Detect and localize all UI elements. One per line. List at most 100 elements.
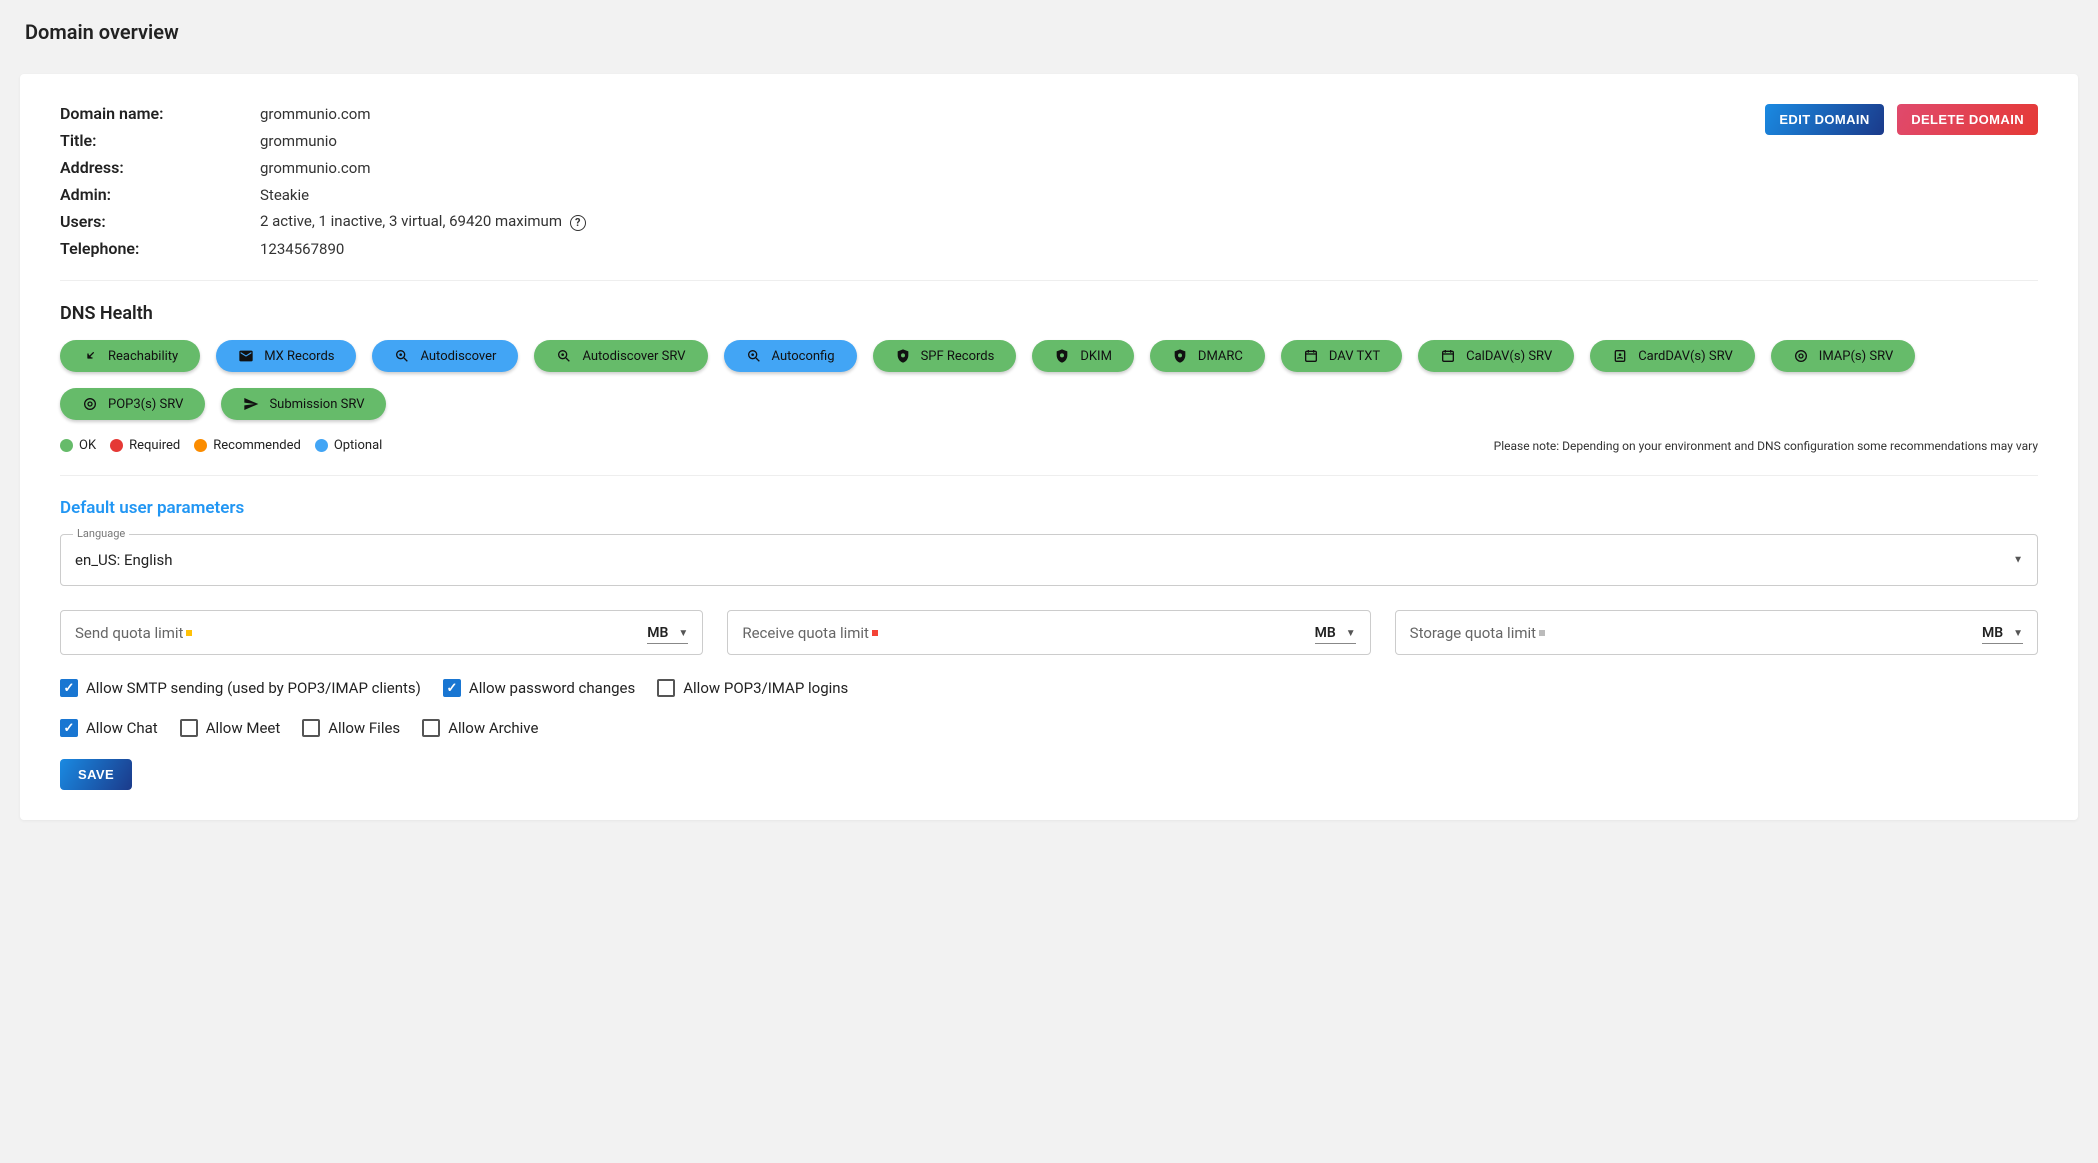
- checkbox-allow-chat[interactable]: ✓ Allow Chat: [60, 719, 158, 737]
- dns-chip-pop3-s-srv[interactable]: POP3(s) SRV: [60, 388, 205, 420]
- calendar-icon: [1440, 348, 1456, 364]
- language-select[interactable]: Language en_US: English ▼: [60, 534, 2038, 586]
- dns-chip-caldav-s-srv[interactable]: CalDAV(s) SRV: [1418, 340, 1574, 372]
- telephone-value: 1234567890: [260, 240, 586, 258]
- checkbox-allow-meet[interactable]: Allow Meet: [180, 719, 281, 737]
- domain-card: Domain name: grommunio.com Title: grommu…: [20, 74, 2078, 820]
- chip-label: SPF Records: [921, 349, 995, 364]
- quota-receive-quota-limit[interactable]: Receive quota limit MB▼: [727, 610, 1370, 655]
- quota-storage-quota-limit[interactable]: Storage quota limit MB▼: [1395, 610, 2038, 655]
- at-icon: [1793, 348, 1809, 364]
- language-value: en_US: English: [75, 551, 173, 569]
- mail-icon: [238, 348, 254, 364]
- dns-chip-carddav-s-srv[interactable]: CardDAV(s) SRV: [1590, 340, 1755, 372]
- chip-label: Autoconfig: [772, 349, 835, 364]
- divider: [60, 475, 2038, 476]
- users-text: 2 active, 1 inactive, 3 virtual, 69420 m…: [260, 212, 562, 230]
- dns-chip-dav-txt[interactable]: DAV TXT: [1281, 340, 1402, 372]
- shield-icon: [1054, 348, 1070, 364]
- domain-name-label: Domain name:: [60, 104, 260, 123]
- checkbox-allow-pop3-imap-logins[interactable]: Allow POP3/IMAP logins: [657, 679, 848, 697]
- save-button[interactable]: SAVE: [60, 759, 132, 790]
- calendar-icon: [1303, 348, 1319, 364]
- chip-label: DAV TXT: [1329, 349, 1380, 364]
- legend-optional-label: Optional: [334, 438, 382, 453]
- checkbox-icon: [422, 719, 440, 737]
- page-title: Domain overview: [25, 20, 2078, 44]
- shield-icon: [1172, 348, 1188, 364]
- chevron-down-icon: ▼: [2013, 555, 2023, 566]
- delete-domain-button[interactable]: DELETE DOMAIN: [1897, 104, 2038, 135]
- chip-label: POP3(s) SRV: [108, 397, 183, 412]
- dns-chip-dkim[interactable]: DKIM: [1032, 340, 1134, 372]
- chip-label: DKIM: [1080, 349, 1112, 364]
- dns-chip-autodiscover-srv[interactable]: Autodiscover SRV: [534, 340, 707, 372]
- checkbox-icon: [180, 719, 198, 737]
- unit-select[interactable]: MB▼: [1982, 621, 2023, 644]
- quota-row: Send quota limitMB▼Receive quota limitMB…: [60, 610, 2038, 655]
- dns-chip-autoconfig[interactable]: Autoconfig: [724, 340, 857, 372]
- title-value: grommunio: [260, 132, 586, 150]
- dns-note: Please note: Depending on your environme…: [1494, 439, 2038, 453]
- edit-domain-button[interactable]: EDIT DOMAIN: [1765, 104, 1883, 135]
- legend-recommended: Recommended: [194, 438, 301, 453]
- address-label: Address:: [60, 158, 260, 177]
- contact-icon: [1612, 348, 1628, 364]
- quota-label: Send quota limit: [75, 624, 192, 642]
- dns-chips: Reachability MX Records Autodiscover Autodi…: [60, 340, 2038, 420]
- quota-label: Receive quota limit: [742, 624, 878, 642]
- dns-chip-spf-records[interactable]: SPF Records: [873, 340, 1017, 372]
- users-value: 2 active, 1 inactive, 3 virtual, 69420 m…: [260, 212, 586, 231]
- checkbox-allow-password-changes[interactable]: ✓ Allow password changes: [443, 679, 635, 697]
- domain-details: Domain name: grommunio.com Title: grommu…: [60, 104, 586, 258]
- unit-select[interactable]: MB▼: [1315, 621, 1356, 644]
- dns-chip-reachability[interactable]: Reachability: [60, 340, 200, 372]
- dns-chip-mx-records[interactable]: MX Records: [216, 340, 356, 372]
- chip-label: Autodiscover: [420, 349, 496, 364]
- unit-text: MB: [1982, 625, 2003, 641]
- legend-optional: Optional: [315, 438, 382, 453]
- dns-chip-dmarc[interactable]: DMARC: [1150, 340, 1265, 372]
- checkbox-label: Allow SMTP sending (used by POP3/IMAP cl…: [86, 679, 421, 697]
- checkbox-icon: ✓: [60, 719, 78, 737]
- checkbox-label: Allow password changes: [469, 679, 635, 697]
- chip-label: IMAP(s) SRV: [1819, 349, 1893, 364]
- dns-chip-submission-srv[interactable]: Submission SRV: [221, 388, 386, 420]
- at-icon: [82, 396, 98, 412]
- legend-required-label: Required: [129, 438, 180, 453]
- checkbox-icon: ✓: [60, 679, 78, 697]
- chip-label: CalDAV(s) SRV: [1466, 349, 1552, 364]
- unit-select[interactable]: MB▼: [647, 621, 688, 644]
- checkbox-allow-files[interactable]: Allow Files: [302, 719, 400, 737]
- chevron-down-icon: ▼: [678, 628, 688, 639]
- title-label: Title:: [60, 131, 260, 150]
- dns-health-title: DNS Health: [60, 303, 2038, 324]
- checks-row-1: ✓ Allow SMTP sending (used by POP3/IMAP c…: [60, 679, 2038, 697]
- admin-label: Admin:: [60, 185, 260, 204]
- quota-send-quota-limit[interactable]: Send quota limit MB▼: [60, 610, 703, 655]
- chip-label: MX Records: [264, 349, 334, 364]
- magnify-at-icon: [746, 348, 762, 364]
- legend-ok: OK: [60, 438, 96, 453]
- quota-label: Storage quota limit: [1410, 624, 1545, 642]
- dns-chip-autodiscover[interactable]: Autodiscover: [372, 340, 518, 372]
- checkbox-allow-archive[interactable]: Allow Archive: [422, 719, 538, 737]
- chip-label: Autodiscover SRV: [582, 349, 685, 364]
- shield-icon: [895, 348, 911, 364]
- dns-chip-imap-s-srv[interactable]: IMAP(s) SRV: [1771, 340, 1915, 372]
- help-icon[interactable]: ?: [570, 215, 586, 231]
- marker-icon: [872, 630, 878, 636]
- checkbox-allow-smtp-sending-used-by-pop3-imap-clients-[interactable]: ✓ Allow SMTP sending (used by POP3/IMAP c…: [60, 679, 421, 697]
- legend-recommended-label: Recommended: [213, 438, 301, 453]
- marker-icon: [186, 630, 192, 636]
- chevron-down-icon: ▼: [1346, 628, 1356, 639]
- action-buttons: EDIT DOMAIN DELETE DOMAIN: [1765, 104, 2038, 135]
- checkbox-icon: ✓: [443, 679, 461, 697]
- chip-label: Reachability: [108, 349, 178, 364]
- telephone-label: Telephone:: [60, 239, 260, 258]
- magnify-at-icon: [394, 348, 410, 364]
- checkbox-label: Allow Files: [328, 719, 400, 737]
- checkbox-label: Allow Chat: [86, 719, 158, 737]
- chip-label: DMARC: [1198, 349, 1243, 364]
- admin-value: Steakie: [260, 186, 586, 204]
